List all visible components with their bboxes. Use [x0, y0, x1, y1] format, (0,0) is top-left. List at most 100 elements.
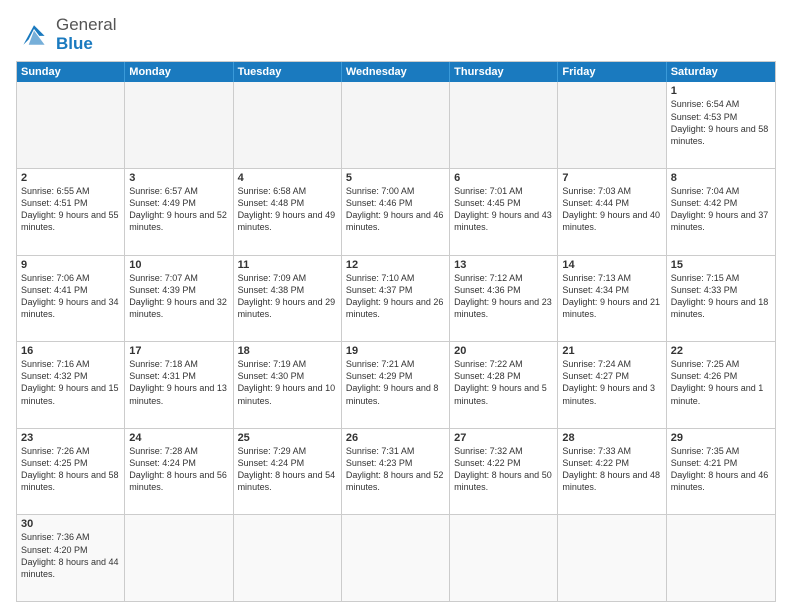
calendar-cell: 24Sunrise: 7:28 AM Sunset: 4:24 PM Dayli… — [125, 429, 233, 515]
calendar-cell: 15Sunrise: 7:15 AM Sunset: 4:33 PM Dayli… — [667, 256, 775, 342]
general-blue-logo-icon — [16, 20, 52, 50]
day-number: 6 — [454, 172, 553, 184]
day-number: 9 — [21, 259, 120, 271]
day-header-sunday: Sunday — [17, 62, 125, 82]
calendar-cell: 2Sunrise: 6:55 AM Sunset: 4:51 PM Daylig… — [17, 169, 125, 255]
cell-info: Sunrise: 7:36 AM Sunset: 4:20 PM Dayligh… — [21, 531, 120, 580]
calendar-cell — [234, 82, 342, 168]
cell-info: Sunrise: 7:35 AM Sunset: 4:21 PM Dayligh… — [671, 445, 771, 494]
cell-info: Sunrise: 7:29 AM Sunset: 4:24 PM Dayligh… — [238, 445, 337, 494]
calendar-cell — [667, 515, 775, 601]
calendar-cell — [450, 515, 558, 601]
calendar-cell: 20Sunrise: 7:22 AM Sunset: 4:28 PM Dayli… — [450, 342, 558, 428]
day-number: 8 — [671, 172, 771, 184]
day-number: 22 — [671, 345, 771, 357]
calendar-cell: 26Sunrise: 7:31 AM Sunset: 4:23 PM Dayli… — [342, 429, 450, 515]
calendar-header: SundayMondayTuesdayWednesdayThursdayFrid… — [17, 62, 775, 82]
cell-info: Sunrise: 7:28 AM Sunset: 4:24 PM Dayligh… — [129, 445, 228, 494]
calendar: SundayMondayTuesdayWednesdayThursdayFrid… — [16, 61, 776, 602]
cell-info: Sunrise: 6:57 AM Sunset: 4:49 PM Dayligh… — [129, 185, 228, 234]
cell-info: Sunrise: 7:13 AM Sunset: 4:34 PM Dayligh… — [562, 272, 661, 321]
day-number: 5 — [346, 172, 445, 184]
cell-info: Sunrise: 7:10 AM Sunset: 4:37 PM Dayligh… — [346, 272, 445, 321]
day-number: 13 — [454, 259, 553, 271]
calendar-cell: 21Sunrise: 7:24 AM Sunset: 4:27 PM Dayli… — [558, 342, 666, 428]
cell-info: Sunrise: 7:24 AM Sunset: 4:27 PM Dayligh… — [562, 358, 661, 407]
calendar-row: 2Sunrise: 6:55 AM Sunset: 4:51 PM Daylig… — [17, 168, 775, 255]
page: General Blue SundayMondayTuesdayWednesda… — [0, 0, 792, 612]
day-number: 15 — [671, 259, 771, 271]
calendar-cell: 16Sunrise: 7:16 AM Sunset: 4:32 PM Dayli… — [17, 342, 125, 428]
day-number: 3 — [129, 172, 228, 184]
cell-info: Sunrise: 7:26 AM Sunset: 4:25 PM Dayligh… — [21, 445, 120, 494]
calendar-cell: 29Sunrise: 7:35 AM Sunset: 4:21 PM Dayli… — [667, 429, 775, 515]
cell-info: Sunrise: 7:00 AM Sunset: 4:46 PM Dayligh… — [346, 185, 445, 234]
day-header-saturday: Saturday — [667, 62, 775, 82]
calendar-cell: 18Sunrise: 7:19 AM Sunset: 4:30 PM Dayli… — [234, 342, 342, 428]
cell-info: Sunrise: 7:25 AM Sunset: 4:26 PM Dayligh… — [671, 358, 771, 407]
day-number: 28 — [562, 432, 661, 444]
calendar-cell: 28Sunrise: 7:33 AM Sunset: 4:22 PM Dayli… — [558, 429, 666, 515]
cell-info: Sunrise: 7:09 AM Sunset: 4:38 PM Dayligh… — [238, 272, 337, 321]
day-number: 24 — [129, 432, 228, 444]
cell-info: Sunrise: 7:16 AM Sunset: 4:32 PM Dayligh… — [21, 358, 120, 407]
calendar-row: 30Sunrise: 7:36 AM Sunset: 4:20 PM Dayli… — [17, 514, 775, 601]
day-header-thursday: Thursday — [450, 62, 558, 82]
logo-text: General Blue — [56, 16, 116, 53]
cell-info: Sunrise: 7:33 AM Sunset: 4:22 PM Dayligh… — [562, 445, 661, 494]
day-number: 11 — [238, 259, 337, 271]
calendar-cell: 14Sunrise: 7:13 AM Sunset: 4:34 PM Dayli… — [558, 256, 666, 342]
header: General Blue — [16, 16, 776, 53]
calendar-cell: 25Sunrise: 7:29 AM Sunset: 4:24 PM Dayli… — [234, 429, 342, 515]
day-number: 26 — [346, 432, 445, 444]
day-header-friday: Friday — [558, 62, 666, 82]
calendar-row: 1Sunrise: 6:54 AM Sunset: 4:53 PM Daylig… — [17, 82, 775, 168]
calendar-cell — [450, 82, 558, 168]
day-number: 7 — [562, 172, 661, 184]
cell-info: Sunrise: 7:01 AM Sunset: 4:45 PM Dayligh… — [454, 185, 553, 234]
day-number: 12 — [346, 259, 445, 271]
calendar-cell: 9Sunrise: 7:06 AM Sunset: 4:41 PM Daylig… — [17, 256, 125, 342]
calendar-cell: 5Sunrise: 7:00 AM Sunset: 4:46 PM Daylig… — [342, 169, 450, 255]
calendar-cell — [558, 82, 666, 168]
calendar-cell — [342, 82, 450, 168]
day-number: 17 — [129, 345, 228, 357]
calendar-cell: 1Sunrise: 6:54 AM Sunset: 4:53 PM Daylig… — [667, 82, 775, 168]
calendar-cell — [125, 82, 233, 168]
day-number: 4 — [238, 172, 337, 184]
day-number: 19 — [346, 345, 445, 357]
calendar-cell: 3Sunrise: 6:57 AM Sunset: 4:49 PM Daylig… — [125, 169, 233, 255]
day-header-wednesday: Wednesday — [342, 62, 450, 82]
calendar-cell: 27Sunrise: 7:32 AM Sunset: 4:22 PM Dayli… — [450, 429, 558, 515]
calendar-cell: 6Sunrise: 7:01 AM Sunset: 4:45 PM Daylig… — [450, 169, 558, 255]
day-number: 25 — [238, 432, 337, 444]
day-number: 30 — [21, 518, 120, 530]
cell-info: Sunrise: 6:55 AM Sunset: 4:51 PM Dayligh… — [21, 185, 120, 234]
cell-info: Sunrise: 7:06 AM Sunset: 4:41 PM Dayligh… — [21, 272, 120, 321]
cell-info: Sunrise: 7:22 AM Sunset: 4:28 PM Dayligh… — [454, 358, 553, 407]
cell-info: Sunrise: 7:32 AM Sunset: 4:22 PM Dayligh… — [454, 445, 553, 494]
cell-info: Sunrise: 7:31 AM Sunset: 4:23 PM Dayligh… — [346, 445, 445, 494]
day-number: 27 — [454, 432, 553, 444]
cell-info: Sunrise: 7:07 AM Sunset: 4:39 PM Dayligh… — [129, 272, 228, 321]
day-number: 16 — [21, 345, 120, 357]
day-number: 21 — [562, 345, 661, 357]
calendar-cell: 7Sunrise: 7:03 AM Sunset: 4:44 PM Daylig… — [558, 169, 666, 255]
day-number: 20 — [454, 345, 553, 357]
calendar-body: 1Sunrise: 6:54 AM Sunset: 4:53 PM Daylig… — [17, 82, 775, 601]
calendar-cell: 12Sunrise: 7:10 AM Sunset: 4:37 PM Dayli… — [342, 256, 450, 342]
cell-info: Sunrise: 7:15 AM Sunset: 4:33 PM Dayligh… — [671, 272, 771, 321]
day-number: 2 — [21, 172, 120, 184]
calendar-cell — [17, 82, 125, 168]
day-number: 14 — [562, 259, 661, 271]
day-number: 18 — [238, 345, 337, 357]
calendar-cell: 23Sunrise: 7:26 AM Sunset: 4:25 PM Dayli… — [17, 429, 125, 515]
logo: General Blue — [16, 16, 116, 53]
calendar-cell: 8Sunrise: 7:04 AM Sunset: 4:42 PM Daylig… — [667, 169, 775, 255]
calendar-cell: 30Sunrise: 7:36 AM Sunset: 4:20 PM Dayli… — [17, 515, 125, 601]
day-header-tuesday: Tuesday — [234, 62, 342, 82]
cell-info: Sunrise: 7:19 AM Sunset: 4:30 PM Dayligh… — [238, 358, 337, 407]
calendar-cell: 4Sunrise: 6:58 AM Sunset: 4:48 PM Daylig… — [234, 169, 342, 255]
calendar-cell — [558, 515, 666, 601]
calendar-cell: 19Sunrise: 7:21 AM Sunset: 4:29 PM Dayli… — [342, 342, 450, 428]
